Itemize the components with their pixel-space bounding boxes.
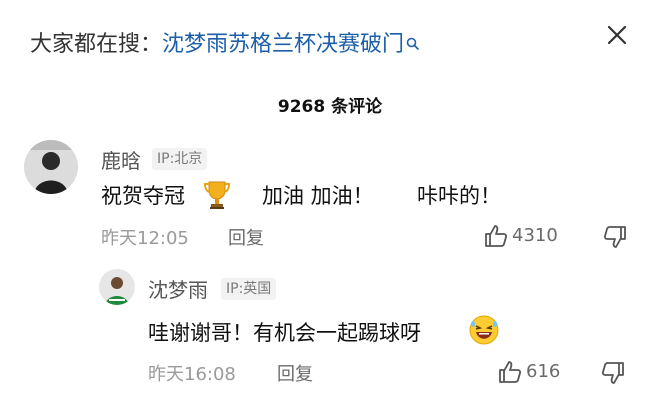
- search-suggestion[interactable]: 大家都在搜：沈梦雨苏格兰杯决赛破门: [30, 30, 420, 60]
- like-icon[interactable]: [497, 359, 523, 389]
- comment-text: 加油 加油！: [262, 184, 374, 208]
- comment-text: 哇谢谢哥！有机会一起踢球呀: [148, 321, 421, 345]
- close-icon[interactable]: [604, 22, 630, 48]
- ip-location-badge: IP:英国: [221, 278, 277, 300]
- like-count: 616: [526, 361, 561, 382]
- dislike-icon[interactable]: [600, 360, 626, 390]
- like-icon[interactable]: [483, 223, 509, 253]
- search-suggestion-link[interactable]: 沈梦雨苏格兰杯决赛破门: [162, 32, 404, 57]
- reply-button[interactable]: 回复: [277, 360, 313, 386]
- laughing-emoji-icon: [468, 314, 500, 350]
- reply-button[interactable]: 回复: [228, 224, 264, 250]
- like-count: 4310: [512, 225, 558, 246]
- comment-text: 祝贺夺冠: [101, 184, 185, 208]
- avatar[interactable]: [99, 269, 135, 305]
- comment-count: 9268 条评论: [277, 97, 383, 117]
- comment-username[interactable]: 鹿晗: [101, 145, 141, 174]
- search-icon: [406, 30, 420, 60]
- comment-timestamp: 昨天12:05: [101, 228, 189, 249]
- dislike-icon[interactable]: [602, 224, 628, 254]
- search-suggestion-prefix: 大家都在搜：: [30, 32, 163, 57]
- comment-username[interactable]: 沈梦雨: [148, 274, 208, 303]
- avatar[interactable]: [24, 140, 78, 194]
- comment-timestamp: 昨天16:08: [148, 364, 236, 385]
- trophy-icon: [202, 179, 232, 215]
- ip-location-badge: IP:北京: [152, 148, 208, 170]
- comment-text: 咔咔的！: [417, 184, 501, 208]
